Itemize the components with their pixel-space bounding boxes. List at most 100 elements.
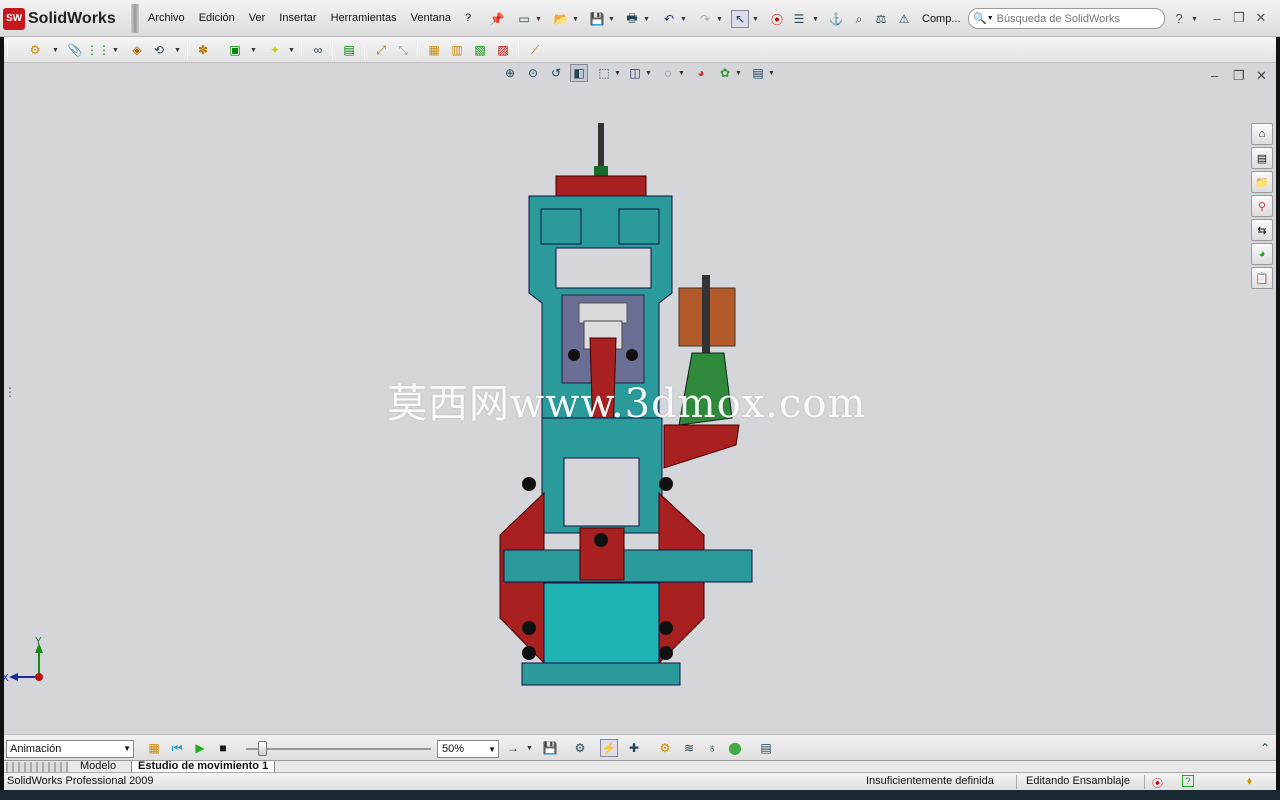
menu-ver[interactable]: Ver (242, 12, 273, 24)
playback-mode-icon[interactable]: → (504, 739, 522, 757)
linear-pattern-icon[interactable]: ⋮⋮ (86, 41, 110, 59)
play-from-start-icon[interactable]: ⏮ (168, 739, 186, 757)
toolbar-separator (187, 41, 188, 59)
bolt-head (522, 646, 536, 660)
select-cursor-icon[interactable]: ↖ (731, 10, 749, 28)
motor-icon[interactable]: ⚙ (656, 739, 674, 757)
playback-mode-dropdown[interactable]: ▼ (526, 739, 533, 757)
gravity-icon[interactable]: ⬤ (726, 739, 744, 757)
move-dropdown[interactable]: ▼ (174, 41, 181, 59)
component-search-icon[interactable]: ⌕ (850, 10, 868, 28)
quick-tips-icon[interactable]: ? (1182, 775, 1194, 787)
redo-icon[interactable]: ↷ (696, 10, 714, 28)
anchor-icon[interactable]: ⚓ (827, 10, 845, 28)
playback-speed-select[interactable]: 50% ▼ (437, 740, 499, 758)
bolt-head (659, 646, 673, 660)
undo-icon[interactable]: ↶ (660, 10, 678, 28)
pin-icon[interactable]: 📌 (488, 10, 506, 28)
search-dropdown-icon[interactable]: ▼ (987, 15, 994, 22)
new-dropdown[interactable]: ▼ (535, 10, 542, 28)
valve-stem (598, 123, 604, 173)
toolbar-separator (518, 41, 519, 59)
toolbar-separator (364, 41, 365, 59)
collapse-manager-icon[interactable]: ⌃ (1256, 739, 1274, 757)
add-key-icon[interactable]: ✚ (625, 739, 643, 757)
show-hidden-icon[interactable]: ✽ (194, 41, 212, 59)
search-box[interactable]: 🔍 ▼ (968, 8, 1165, 29)
save-dropdown[interactable]: ▼ (608, 10, 615, 28)
reference-dropdown[interactable]: ▼ (288, 41, 295, 59)
pattern-dropdown[interactable]: ▼ (112, 41, 119, 59)
smart-fasteners-icon[interactable]: ◈ (128, 41, 146, 59)
select-dropdown[interactable]: ▼ (752, 10, 759, 28)
menu-help[interactable]: ? (458, 12, 478, 24)
measure-icon[interactable]: ⚖ (872, 10, 890, 28)
study-type-select[interactable]: Animación ▼ (6, 740, 134, 758)
menu-herramientas[interactable]: Herramientas (324, 12, 404, 24)
search-input[interactable] (996, 12, 1157, 25)
new-document-icon[interactable]: ▭ (515, 10, 533, 28)
close-icon[interactable]: ✕ (1252, 9, 1270, 27)
spring-icon[interactable]: ≋ (680, 739, 698, 757)
menu-ventana[interactable]: Ventana (404, 12, 458, 24)
help-dropdown[interactable]: ▼ (1191, 10, 1198, 28)
sw-logo-icon: SW (3, 7, 25, 30)
print-icon[interactable]: 🖶 (623, 10, 641, 28)
rebuild-indicator-icon[interactable]: ⦿ (1152, 775, 1163, 791)
solidworks-logo[interactable]: SW SolidWorks (3, 6, 128, 31)
assembly-visualization-icon[interactable]: ▨ (494, 41, 512, 59)
restore-icon[interactable]: ❐ (1230, 9, 1248, 27)
reference-geometry-icon[interactable]: ✦ (266, 41, 284, 59)
menu-insertar[interactable]: Insertar (272, 12, 323, 24)
stop-icon[interactable]: ■ (214, 739, 232, 757)
damper-icon[interactable]: ♁ (703, 739, 721, 757)
features-dropdown[interactable]: ▼ (250, 41, 257, 59)
play-icon[interactable]: ▶ (191, 739, 209, 757)
redo-dropdown[interactable]: ▼ (716, 10, 723, 28)
insert-components-icon[interactable]: ⚙ (26, 41, 44, 59)
hole-alignment-icon[interactable]: ▧ (471, 41, 489, 59)
explode-line-icon[interactable]: ⤡ (394, 41, 412, 59)
print-dropdown[interactable]: ▼ (643, 10, 650, 28)
undo-dropdown[interactable]: ▼ (680, 10, 687, 28)
tag-icon[interactable]: ⬧ (1247, 775, 1252, 788)
save-icon[interactable]: 💾 (588, 10, 606, 28)
inner-port-left (540, 208, 582, 245)
autokey-icon[interactable]: ⚡ (600, 739, 618, 757)
traffic-light-icon[interactable]: ⦿ (768, 10, 786, 28)
piston-ring-left (568, 349, 580, 361)
instant3d-icon[interactable]: ⟋ (526, 41, 544, 59)
menu-archivo[interactable]: Archivo (141, 12, 192, 24)
new-motion-study-icon[interactable]: ∞ (309, 41, 327, 59)
open-folder-icon[interactable]: 📂 (552, 10, 570, 28)
assembly-features-icon[interactable]: ▣ (226, 41, 244, 59)
tab-scroll-buttons[interactable] (6, 762, 68, 772)
bill-of-materials-icon[interactable]: ▤ (340, 41, 358, 59)
status-bar: SolidWorks Professional 2009 Insuficient… (4, 772, 1276, 790)
insert-dropdown[interactable]: ▼ (52, 41, 59, 59)
results-plots-icon[interactable]: ▤ (757, 739, 775, 757)
help-icon[interactable]: ? (1170, 9, 1188, 27)
menu-flyout-handle[interactable] (131, 4, 139, 33)
graphics-area[interactable]: ⊕ ⊙ ↺ ◧ ⬚ ▼ ◫ ▼ ◌ ▼ ◕ ✿ ▼ ▤ ▼ – ❐ ✕ ⌂ ▤ … (4, 63, 1276, 734)
playback-speed-slider[interactable] (258, 741, 267, 756)
options-dropdown[interactable]: ▼ (812, 10, 819, 28)
save-animation-icon[interactable]: 💾 (541, 739, 559, 757)
animation-wizard-icon[interactable]: ⚙ (571, 739, 589, 757)
document-tabs: Modelo Estudio de movimiento 1 (4, 760, 1276, 773)
clearance-verification-icon[interactable]: ▥ (448, 41, 466, 59)
mate-paperclip-icon[interactable]: 📎 (66, 41, 84, 59)
menu-edicion[interactable]: Edición (192, 12, 242, 24)
exploded-view-icon[interactable]: ⤢ (372, 41, 390, 59)
comp-label[interactable]: Comp... (922, 13, 961, 25)
toolbar-separator (301, 41, 302, 59)
study-type-value: Animación (10, 743, 62, 755)
cylinder-head-cap (555, 175, 647, 197)
interference-detection-icon[interactable]: ▦ (425, 41, 443, 59)
calculate-icon[interactable]: ▦ (145, 739, 163, 757)
move-component-icon[interactable]: ⟲ (150, 41, 168, 59)
sketch-triangle-icon[interactable]: ⚠ (895, 10, 913, 28)
open-dropdown[interactable]: ▼ (572, 10, 579, 28)
options-list-icon[interactable]: ☰ (790, 10, 808, 28)
minimize-icon[interactable]: – (1208, 9, 1226, 27)
